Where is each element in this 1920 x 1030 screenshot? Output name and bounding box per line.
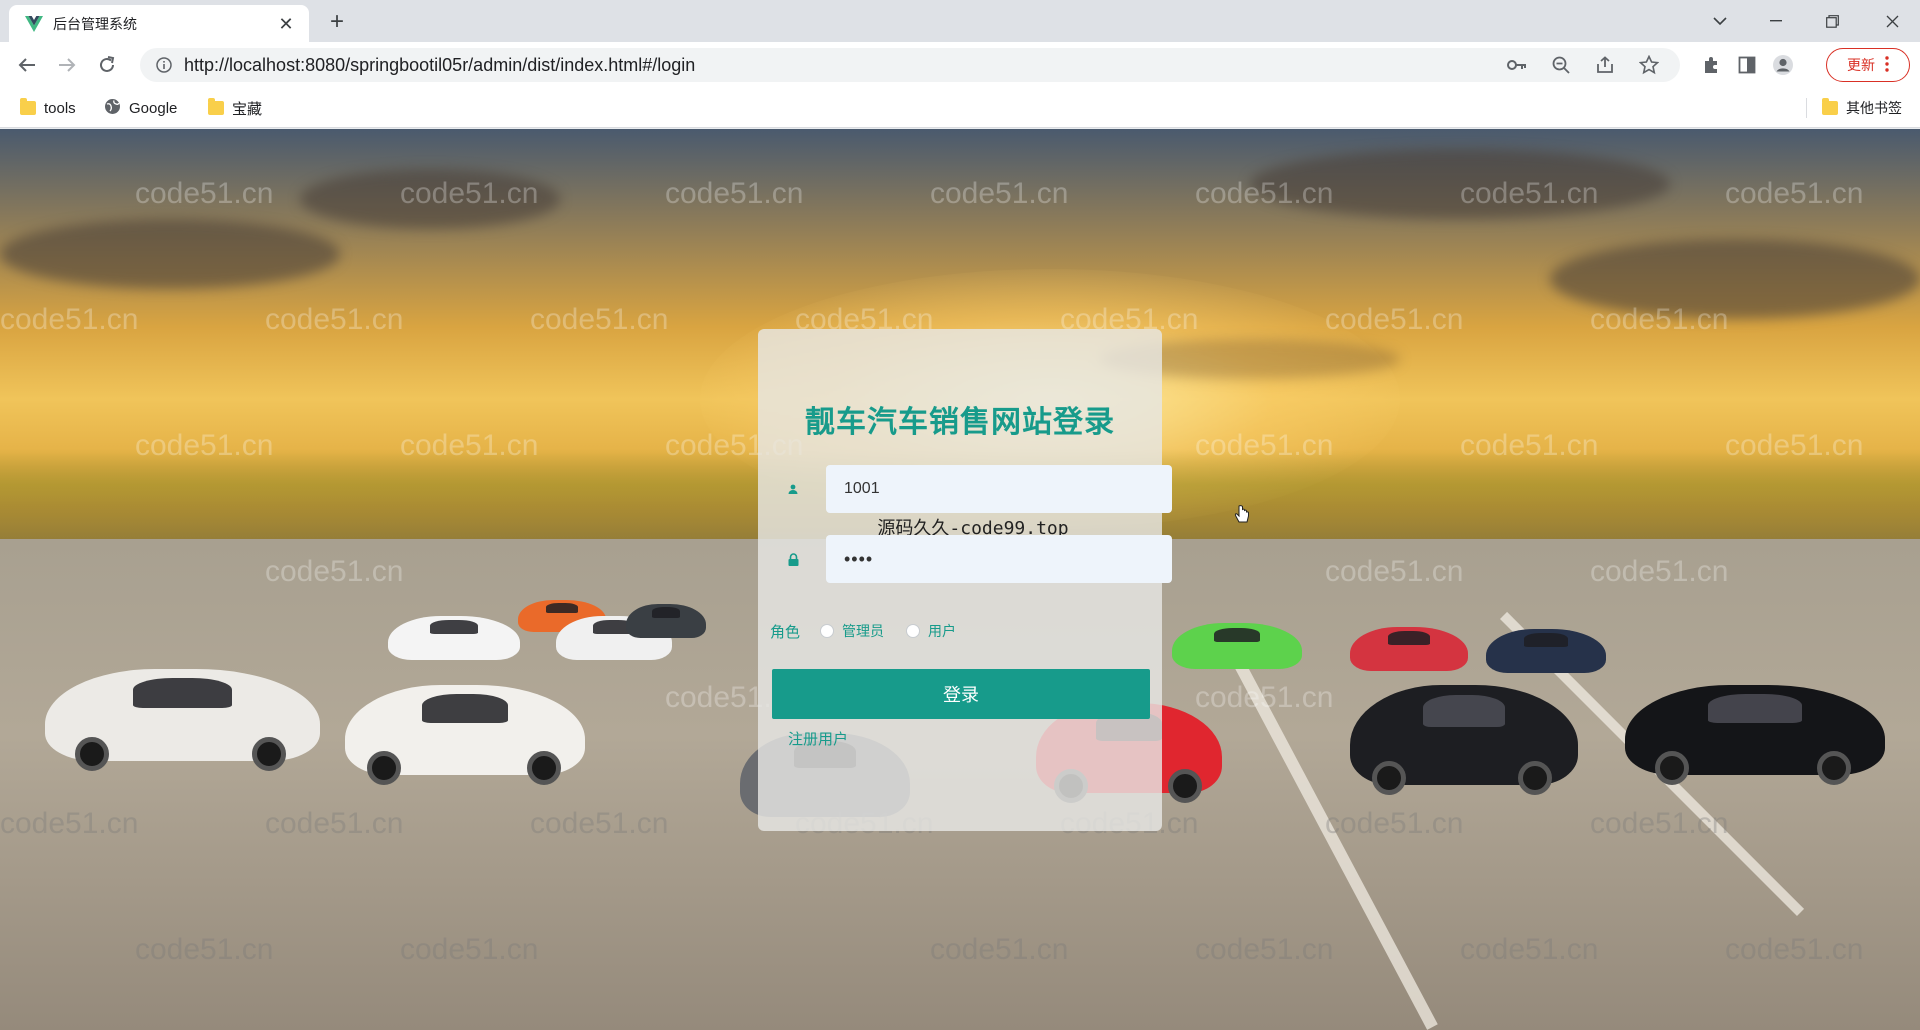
username-row <box>782 465 1172 513</box>
role-user-label[interactable]: 用户 <box>928 621 956 641</box>
cloud <box>1550 239 1920 319</box>
restore-icon[interactable] <box>1804 0 1860 42</box>
watermark-text: code51.cn <box>135 177 274 210</box>
update-label: 更新 <box>1847 57 1875 73</box>
minimize-icon[interactable] <box>1748 0 1804 42</box>
globe-icon <box>104 98 121 119</box>
car-image <box>1625 685 1885 785</box>
car-image <box>45 669 320 771</box>
bookmark-treasure[interactable]: 宝藏 <box>208 96 262 120</box>
watermark-text: code51.cn <box>265 303 404 336</box>
role-user-radio[interactable] <box>906 624 921 638</box>
login-title: 靓车汽车销售网站登录 <box>805 405 1115 440</box>
watermark-text: code51.cn <box>665 177 804 210</box>
watermark-text: code51.cn <box>1725 177 1864 210</box>
bookmarks-bar: tools Google 宝藏 其他书签 <box>0 88 1920 128</box>
site-info-icon[interactable] <box>154 55 174 75</box>
lock-icon <box>782 535 804 583</box>
bookmark-label: 其他书签 <box>1846 100 1902 116</box>
watermark-text: code51.cn <box>0 303 139 336</box>
tab-search-chevron-icon[interactable] <box>1692 0 1748 42</box>
folder-icon <box>20 98 36 115</box>
hand-cursor-icon <box>1234 505 1250 530</box>
role-admin-radio[interactable] <box>820 624 835 638</box>
cloud <box>300 169 560 229</box>
bookmark-star-icon[interactable] <box>1638 54 1660 76</box>
car-image <box>1172 623 1302 669</box>
browser-tab[interactable]: 后台管理系统 ✕ <box>9 5 309 42</box>
tab-close-icon[interactable]: ✕ <box>275 13 297 35</box>
bookmark-tools[interactable]: tools <box>20 96 76 120</box>
cloud <box>1250 149 1670 219</box>
bookmark-label: Google <box>129 99 178 117</box>
password-input[interactable] <box>826 535 1172 583</box>
forward-icon[interactable] <box>52 50 82 80</box>
watermark-text: code51.cn <box>930 177 1069 210</box>
url-text: http://localhost:8080/springbootil05r/ad… <box>184 54 696 75</box>
car-image <box>345 685 585 785</box>
zoom-out-icon[interactable] <box>1550 54 1572 76</box>
tab-title: 后台管理系统 <box>53 15 137 32</box>
reload-icon[interactable] <box>92 50 122 80</box>
browser-titlebar: 后台管理系统 ✕ + <box>0 0 1920 42</box>
update-button[interactable]: 更新 <box>1826 48 1910 82</box>
close-window-icon[interactable] <box>1864 0 1920 42</box>
username-input[interactable] <box>826 465 1172 513</box>
car-image <box>626 604 706 638</box>
user-icon <box>782 465 804 513</box>
extensions-puzzle-icon[interactable] <box>1700 54 1722 76</box>
login-button[interactable]: 登录 <box>772 669 1150 719</box>
folder-icon <box>208 98 224 115</box>
car-image <box>1486 629 1606 673</box>
vue-logo-icon <box>23 13 45 35</box>
more-menu-icon[interactable] <box>1885 55 1889 75</box>
car-image <box>388 616 520 660</box>
key-icon[interactable] <box>1506 54 1528 76</box>
register-link[interactable]: 注册用户 <box>788 728 848 749</box>
login-page: code51.cn code51.cn code51.cn code51.cn … <box>0 129 1920 1030</box>
watermark-text: code51.cn <box>530 303 669 336</box>
browser-toolbar: http://localhost:8080/springbootil05r/ad… <box>0 42 1920 88</box>
bookmark-google[interactable]: Google <box>104 96 177 120</box>
bookmark-label: tools <box>44 99 76 117</box>
profile-avatar-icon[interactable] <box>1772 54 1794 76</box>
car-image <box>1350 627 1468 671</box>
cloud <box>0 219 340 289</box>
password-row <box>782 535 1172 583</box>
back-icon[interactable] <box>12 50 42 80</box>
share-icon[interactable] <box>1594 54 1616 76</box>
bookmarks-divider <box>1806 98 1807 118</box>
role-admin-label[interactable]: 管理员 <box>842 621 884 641</box>
address-bar[interactable]: http://localhost:8080/springbootil05r/ad… <box>140 48 1680 82</box>
bookmark-label: 宝藏 <box>232 100 263 118</box>
login-form: 靓车汽车销售网站登录 源码久久-code99.top 角色 管理员 用户 登录 … <box>758 329 1172 831</box>
role-label: 角色 <box>770 623 801 641</box>
new-tab-button[interactable]: + <box>322 8 352 38</box>
car-image <box>1350 685 1578 795</box>
bookmark-other[interactable]: 其他书签 <box>1822 96 1902 120</box>
side-panel-icon[interactable] <box>1736 54 1758 76</box>
folder-icon <box>1822 98 1838 115</box>
role-selector: 角色 管理员 用户 <box>770 619 956 643</box>
